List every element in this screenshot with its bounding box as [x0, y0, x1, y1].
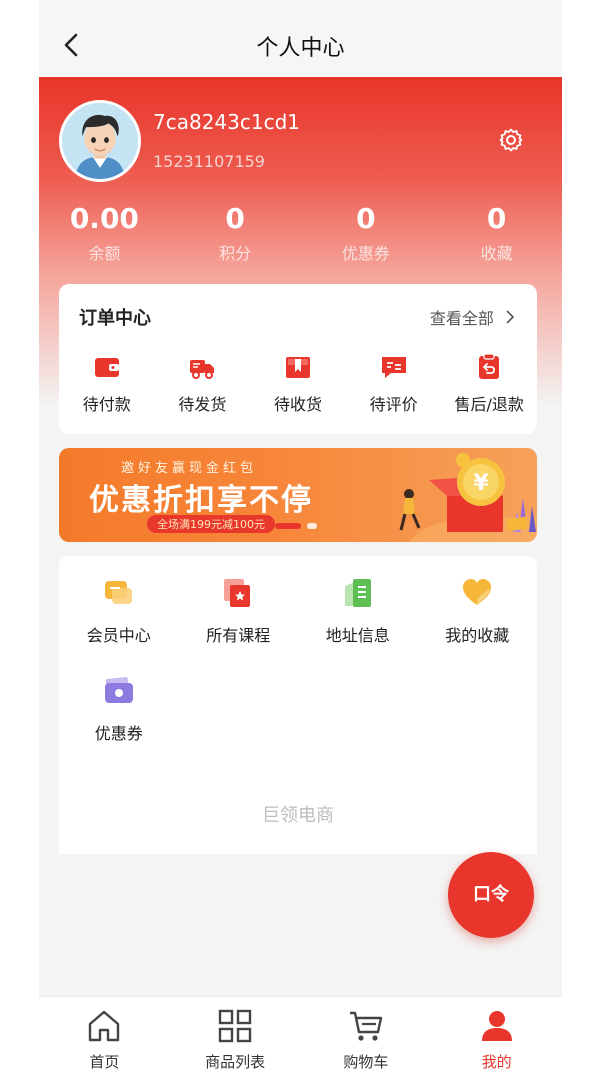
truck-icon: [190, 360, 215, 379]
phone-number: 15231107159: [153, 152, 265, 171]
member-icon: [104, 581, 132, 604]
tab-label: 商品列表: [205, 1053, 266, 1071]
order-status-label: 待评价: [369, 395, 418, 414]
order-center-title: 订单中心: [79, 308, 151, 329]
order-pending-shipment[interactable]: 待发货: [155, 352, 251, 415]
app-screen: 个人中心 7ca8243c1cd1 15231107159 0.00 余额 0 …: [39, 0, 562, 1080]
stat-points[interactable]: 0 积分: [170, 202, 301, 264]
tab-mine[interactable]: 我的: [431, 997, 562, 1080]
wallet-icon: [94, 358, 119, 377]
stat-value: 0: [225, 202, 245, 235]
service-member-center[interactable]: 会员中心: [59, 576, 179, 674]
stat-favorites[interactable]: 0 收藏: [431, 202, 562, 264]
order-center-card: 订单中心 查看全部 待付款 待发货 待收货 待评价 售后/退款: [59, 284, 537, 434]
service-label: 我的收藏: [445, 626, 510, 645]
grid-icon: [218, 1009, 252, 1043]
brand-name: 巨领电商: [262, 805, 334, 826]
coupon-icon: [104, 677, 133, 703]
user-icon: [481, 1011, 512, 1041]
banner-title: 优惠折扣享不停: [89, 483, 313, 518]
home-icon: [89, 1010, 120, 1042]
account-stats: 0.00 余额 0 积分 0 优惠券 0 收藏: [39, 202, 562, 264]
stat-label: 收藏: [480, 244, 513, 263]
username: 7ca8243c1cd1: [153, 110, 301, 134]
banner-pagination-dots: [275, 523, 317, 529]
service-label: 优惠券: [94, 724, 143, 743]
banner-subtitle: 邀好友赢现金红包: [121, 461, 258, 476]
services-card: 会员中心 所有课程 地址信息 我的收藏 优惠券: [59, 556, 537, 770]
service-label: 所有课程: [206, 626, 271, 645]
review-icon: [381, 357, 406, 378]
tab-label: 我的: [481, 1053, 512, 1071]
brand-footer: 巨领电商: [59, 770, 537, 854]
tab-home[interactable]: 首页: [39, 997, 170, 1080]
order-pending-review[interactable]: 待评价: [346, 352, 442, 415]
order-after-sales[interactable]: 售后/退款: [441, 352, 537, 415]
service-label: 地址信息: [325, 626, 390, 645]
service-my-favorites[interactable]: 我的收藏: [418, 576, 538, 674]
page-title: 个人中心: [256, 36, 345, 61]
stat-balance[interactable]: 0.00 余额: [39, 202, 170, 264]
order-status-label: 待发货: [178, 395, 227, 414]
view-all-orders-link[interactable]: 查看全部: [430, 305, 515, 329]
order-pending-payment[interactable]: 待付款: [59, 352, 155, 415]
nav-bar: 个人中心: [39, 0, 562, 77]
fab-label: 口令: [473, 884, 509, 905]
order-pending-receipt[interactable]: 待收货: [250, 352, 346, 415]
refund-icon: [479, 353, 500, 379]
stat-value: 0: [486, 202, 507, 235]
gift-box-illustration: ¥: [399, 453, 537, 542]
service-label: 会员中心: [86, 626, 151, 645]
tab-cart[interactable]: 购物车: [301, 997, 432, 1080]
stat-label: 积分: [219, 244, 252, 263]
avatar[interactable]: [59, 100, 141, 182]
service-coupons[interactable]: 优惠券: [59, 674, 179, 772]
favorite-icon: [463, 579, 492, 605]
tab-label: 首页: [89, 1053, 120, 1071]
tab-product-list[interactable]: 商品列表: [170, 997, 301, 1080]
stat-value: 0.00: [69, 202, 139, 235]
package-icon: [285, 357, 310, 378]
stat-label: 优惠券: [341, 244, 390, 263]
banner-discount-pill: 全场满199元减100元: [147, 515, 275, 533]
service-all-courses[interactable]: 所有课程: [179, 576, 299, 674]
services-grid: 会员中心 所有课程 地址信息 我的收藏 优惠券: [59, 576, 537, 772]
service-address-info[interactable]: 地址信息: [298, 576, 418, 674]
svg-text:¥: ¥: [473, 471, 489, 496]
stat-value: 0: [356, 202, 376, 235]
order-status-label: 售后/退款: [454, 395, 524, 414]
order-status-label: 待收货: [273, 395, 322, 414]
chevron-right-icon: [506, 310, 515, 324]
order-status-label: 待付款: [82, 395, 131, 414]
stat-label: 余额: [88, 244, 121, 263]
settings-gear-icon[interactable]: [498, 127, 524, 153]
courses-icon: [224, 579, 251, 607]
tab-label: 购物车: [343, 1053, 389, 1071]
stat-coupons[interactable]: 0 优惠券: [301, 202, 432, 264]
bottom-tab-bar: 首页 商品列表 购物车 我的: [39, 996, 562, 1080]
password-command-button[interactable]: 口令: [448, 852, 534, 938]
cart-icon: [349, 1011, 383, 1041]
promo-banner[interactable]: 邀好友赢现金红包 优惠折扣享不停 全场满199元减100元 ¥: [59, 448, 537, 542]
order-status-row: 待付款 待发货 待收货 待评价 售后/退款: [59, 352, 537, 415]
view-all-label: 查看全部: [429, 309, 494, 328]
address-icon: [344, 579, 371, 607]
